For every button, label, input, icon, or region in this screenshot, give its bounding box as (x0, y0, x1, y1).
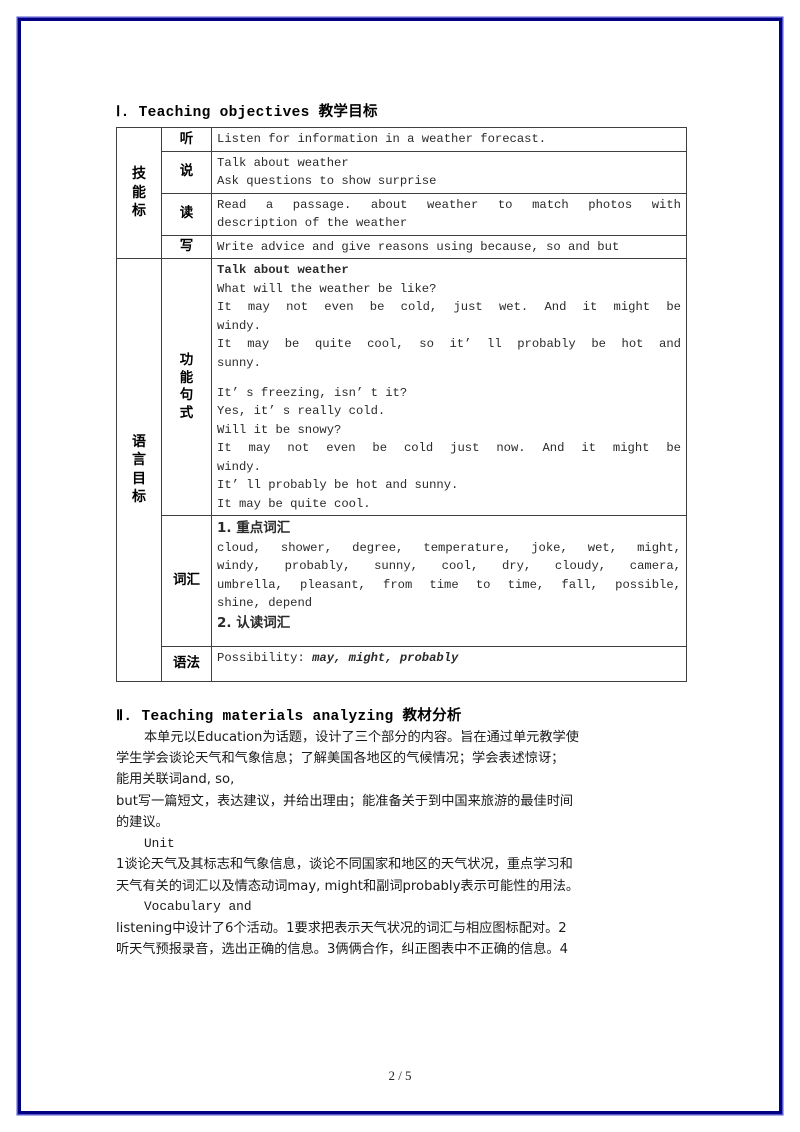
functions-line-7a: It may not even be cold just now. And it… (217, 441, 681, 456)
vocabulary-words-line-2: windy, probably, sunny, cool, dry, cloud… (217, 559, 681, 574)
sub-label-grammar: 语法 (161, 646, 212, 682)
prose-p1-line-1: 本单元以Education为话题，设计了三个部分的内容。旨在通过单元教学使 (144, 729, 579, 745)
functions-line-3a: It may be quite cool, so it’ ll probably… (217, 337, 681, 352)
page-number: 2 / 5 (388, 1068, 412, 1083)
section-heading-teaching-materials: Ⅱ. Teaching materials analyzing 教材分析 (116, 708, 462, 725)
prose-p1-line-5: 的建议。 (116, 815, 169, 831)
sub-label-read: 读 (161, 192, 212, 236)
skills-char-1: 技 (132, 166, 146, 183)
prose-p3-line-1: Vocabulary and (144, 898, 252, 914)
functions-line-9: It may be quite cool. (217, 496, 371, 511)
cell-grammar-content: Possibility: may, might, probably (211, 646, 687, 682)
cell-read-content: Read a passage. about weather to match p… (211, 192, 687, 236)
functions-line-2b: windy. (217, 318, 261, 333)
table-row-read: 读 Read a passage. about weather to match… (117, 192, 687, 236)
speak-line-1: Talk about weather (217, 155, 349, 170)
table-row-grammar: 语法 Possibility: may, might, probably (117, 646, 687, 682)
section-heading-teaching-objectives: Ⅰ. Teaching objectives 教学目标 (116, 105, 378, 121)
skills-char-2: 能 (132, 184, 146, 201)
prose-p2-line-1: Unit (144, 835, 175, 851)
table-row-listen: 技 能 标 听 Listen for information in a weat… (116, 126, 687, 260)
speak-line-2: Ask questions to show surprise (217, 174, 437, 189)
functions-line-2a: It may not even be cold, just wet. And i… (217, 300, 681, 315)
cell-speak-content: Talk about weather Ask questions to show… (211, 150, 687, 194)
cell-write-content: Write advice and give reasons using beca… (211, 234, 687, 260)
functions-line-7b: windy. (217, 459, 261, 474)
read-line-1: Read a passage. about weather to match p… (217, 197, 681, 212)
sub-label-speak: 说 (161, 150, 212, 194)
language-char-4: 标 (132, 489, 146, 506)
grammar-prefix: Possibility: (217, 651, 313, 666)
prose-p2-line-3: 天气有关的词汇以及情态动词may, might和副词probably表示可能性的… (116, 878, 580, 894)
materials-analysis-prose: 本单元以Education为话题，设计了三个部分的内容。旨在通过单元教学使 学生… (116, 727, 688, 961)
functions-char-3: 句 (179, 387, 194, 404)
sub-label-listen: 听 (161, 127, 212, 152)
vocabulary-heading-recognition: 2. 认读词汇 (217, 614, 291, 631)
language-char-3: 目 (132, 470, 146, 487)
prose-p1-line-3: 能用关联词and, so, (116, 772, 235, 788)
read-line-2: description of the weather (217, 216, 408, 231)
functions-line-4: It’ s freezing, isn’ t it? (217, 385, 408, 400)
grammar-line: Possibility: may, might, probably (217, 649, 681, 668)
vocabulary-heading-key: 1. 重点词汇 (217, 520, 291, 537)
category-label-language-goals: 语 言 目 标 (116, 258, 162, 682)
table-row-write: 写 Write advice and give reasons using be… (117, 234, 687, 260)
functions-line-1: What will the weather be like? (217, 281, 437, 296)
table-row-speak: 说 Talk about weather Ask questions to sh… (117, 150, 687, 194)
functions-char-4: 式 (179, 404, 194, 421)
table-row-vocabulary: 词汇 1. 重点词汇 cloud, shower, degree, temper… (117, 515, 687, 648)
write-line-1: Write advice and give reasons using beca… (217, 239, 620, 254)
functions-char-2: 能 (179, 369, 194, 386)
language-char-2: 言 (132, 452, 146, 469)
cell-vocabulary-content: 1. 重点词汇 cloud, shower, degree, temperatu… (211, 515, 687, 648)
sub-label-vocabulary: 词汇 (161, 515, 212, 648)
prose-p2-line-2: 1谈论天气及其标志和气象信息，谈论不同国家和地区的天气状况，重点学习和 (116, 857, 573, 873)
functions-char-1: 功 (179, 352, 194, 369)
functions-line-3b: sunny. (217, 356, 261, 371)
sub-label-functional-sentences: 功 能 句 式 (161, 258, 212, 517)
document-page: Ⅰ. Teaching objectives 教学目标 技 能 标 听 List… (0, 0, 800, 1132)
prose-p3-line-2: listening中设计了6个活动。1要求把表示天气状况的词汇与相应图标配对。2 (116, 920, 567, 936)
functions-line-6: Will it be snowy? (217, 422, 342, 437)
vocabulary-words-line-3: umbrella, pleasant, from time to time, f… (217, 577, 681, 592)
listen-line-1: Listen for information in a weather fore… (217, 132, 547, 146)
prose-p3-line-3: 听天气预报录音，选出正确的信息。3俩俩合作，纠正图表中不正确的信息。4 (116, 942, 568, 958)
functions-line-5: Yes, it’ s really cold. (217, 404, 386, 419)
vocabulary-spacer (217, 633, 681, 644)
functions-line-8: It’ ll probably be hot and sunny. (217, 478, 459, 493)
grammar-spacer (217, 668, 681, 679)
prose-p1-line-2: 学生学会谈论天气和气象信息；了解美国各地区的气候情况；学会表述惊讶； (116, 751, 565, 766)
cell-listen-content: Listen for information in a weather fore… (211, 127, 687, 152)
functions-title: Talk about weather (217, 263, 349, 278)
language-char-1: 语 (132, 434, 146, 451)
grammar-italic-terms: may, might, probably (312, 651, 459, 666)
functions-spacer (217, 373, 681, 384)
category-label-skills: 技 能 标 (116, 126, 162, 260)
table-row-functional-sentences: 语 言 目 标 功 能 句 式 Talk about weather What … (116, 258, 687, 682)
teaching-objectives-table: 技 能 标 听 Listen for information in a weat… (116, 126, 687, 682)
prose-p1-line-4: but写一篇短文，表达建议，并给出理由；能准备关于到中国来旅游的最佳时间 (116, 793, 574, 809)
skills-char-3: 标 (132, 203, 146, 220)
vocabulary-words-line-1: cloud, shower, degree, temperature, joke… (217, 540, 681, 555)
cell-functional-sentences-content: Talk about weather What will the weather… (211, 258, 687, 517)
sub-label-write: 写 (161, 234, 212, 260)
vocabulary-words-line-4: shine, depend (217, 596, 313, 611)
